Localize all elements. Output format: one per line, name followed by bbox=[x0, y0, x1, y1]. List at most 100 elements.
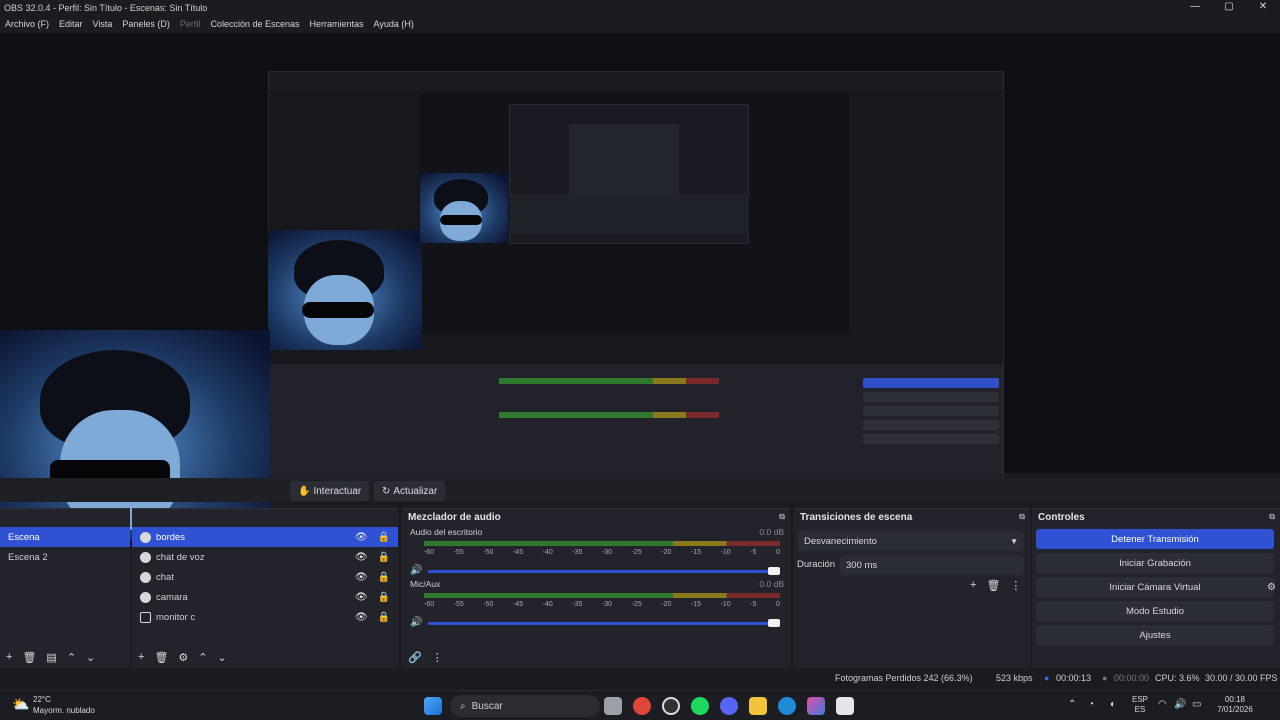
chevron-up-icon[interactable]: ⌃ bbox=[67, 651, 76, 664]
eye-icon[interactable]: 👁 bbox=[355, 592, 368, 603]
more-icon[interactable]: ⋮ bbox=[432, 651, 443, 664]
filter-icon[interactable]: ▤ bbox=[46, 651, 56, 664]
meter-ticks: -60 -55 -50 -45 -40 -35 -30 -25 -20 -15 -10 -5 0 bbox=[424, 601, 780, 608]
add-icon[interactable]: + bbox=[138, 651, 144, 664]
trash-icon[interactable]: 🗑 bbox=[154, 651, 168, 664]
add-icon[interactable]: + bbox=[970, 579, 976, 592]
scene-item[interactable]: Escena 2 bbox=[0, 547, 130, 567]
wifi-icon[interactable]: ◠ bbox=[1158, 699, 1167, 710]
close-button[interactable]: ✕ bbox=[1246, 0, 1280, 14]
transitions-title: Transiciones de escena bbox=[800, 511, 913, 523]
speaker-icon[interactable]: 🔊 bbox=[410, 565, 422, 576]
transition-selected: Desvanecimiento bbox=[804, 535, 877, 547]
menu-archivo[interactable]: Archivo (F) bbox=[0, 19, 54, 29]
preview-canvas[interactable] bbox=[0, 33, 1280, 540]
scene-label: Escena 2 bbox=[8, 551, 48, 563]
battery-icon[interactable]: ▭ bbox=[1192, 699, 1201, 710]
source-item[interactable]: chat 👁 🔒 bbox=[132, 567, 398, 587]
store-icon[interactable] bbox=[836, 697, 854, 715]
clock-time: 00:18 bbox=[1224, 695, 1246, 704]
bitrate: 523 kbps bbox=[996, 673, 1033, 683]
sources-dock: bordes 👁 🔒 chat de voz 👁 🔒 chat 👁 🔒 camara … bbox=[132, 508, 398, 668]
menu-paneles[interactable]: Paneles (D) bbox=[117, 19, 175, 29]
interact-button[interactable]: ✋ Interactuar bbox=[290, 481, 370, 501]
volume-slider[interactable] bbox=[428, 619, 780, 627]
link-icon[interactable]: 🔗 bbox=[408, 651, 422, 664]
spotify-icon[interactable] bbox=[691, 697, 709, 715]
chrome-icon[interactable] bbox=[633, 697, 651, 715]
menu-vista[interactable]: Vista bbox=[88, 19, 118, 29]
virtual-camera-label: Iniciar Cámara Virtual bbox=[1109, 581, 1201, 593]
source-item[interactable]: monitor c 👁 🔒 bbox=[132, 607, 398, 627]
lock-icon[interactable]: 🔒 bbox=[378, 532, 390, 543]
chevron-down-icon[interactable]: ⌄ bbox=[218, 651, 227, 664]
lock-icon[interactable]: 🔒 bbox=[378, 592, 390, 603]
clock[interactable]: 00:18 7/01/2026 bbox=[1210, 695, 1260, 715]
language-indicator[interactable]: ESP ES bbox=[1132, 695, 1148, 715]
task-view-icon[interactable] bbox=[604, 697, 622, 715]
tray-icon[interactable]: ◐ bbox=[1110, 699, 1116, 710]
eye-icon[interactable]: 👁 bbox=[355, 532, 368, 543]
source-item[interactable]: bordes 👁 🔒 bbox=[132, 527, 398, 547]
scenes-footer: + 🗑 ▤ ⌃ ⌄ bbox=[6, 651, 95, 664]
minimize-button[interactable]: — bbox=[1178, 0, 1212, 14]
eye-icon[interactable]: 👁 bbox=[355, 572, 368, 583]
scene-item[interactable]: Escena bbox=[0, 527, 130, 547]
trash-icon[interactable]: 🗑 bbox=[22, 651, 36, 664]
source-label: chat de voz bbox=[156, 551, 205, 563]
taskbar-search[interactable]: ⌕ Buscar bbox=[450, 695, 600, 717]
studio-mode-button[interactable]: Modo Estudio bbox=[1036, 601, 1274, 621]
volume-knob[interactable] bbox=[768, 619, 780, 627]
chevron-up-icon[interactable]: ⌃ bbox=[198, 651, 207, 664]
add-icon[interactable]: + bbox=[6, 651, 12, 664]
start-virtual-camera-button[interactable]: Iniciar Cámara Virtual ⚙ bbox=[1036, 577, 1276, 597]
popout-icon[interactable]: ⧉ bbox=[1019, 512, 1030, 522]
menu-coleccion-escenas[interactable]: Colección de Escenas bbox=[205, 19, 304, 29]
volume-slider[interactable] bbox=[428, 567, 780, 575]
edge-icon[interactable] bbox=[778, 697, 796, 715]
windows-start-icon[interactable] bbox=[424, 697, 442, 715]
more-icon[interactable]: ⋮ bbox=[1010, 579, 1021, 592]
meter-ticks: -60 -55 -50 -45 -40 -35 -30 -25 -20 -15 -10 -5 0 bbox=[424, 549, 780, 556]
duration-value: 300 ms bbox=[846, 559, 878, 571]
tray-icon[interactable]: ◔ bbox=[1088, 699, 1094, 710]
settings-button[interactable]: Ajustes bbox=[1036, 625, 1274, 645]
stop-stream-button[interactable]: Detener Transmisión bbox=[1036, 529, 1274, 549]
chevron-up-icon[interactable]: ⌃ bbox=[1068, 699, 1076, 710]
weather-icon[interactable]: ⛅ bbox=[12, 696, 29, 713]
volume-knob[interactable] bbox=[768, 567, 780, 575]
eye-icon[interactable]: 👁 bbox=[355, 612, 368, 623]
source-item[interactable]: chat de voz 👁 🔒 bbox=[132, 547, 398, 567]
controls-dock: Controles ⧉ Detener Transmisión Iniciar … bbox=[1032, 508, 1280, 668]
gear-icon[interactable]: ⚙ bbox=[178, 651, 188, 664]
transition-select[interactable]: Desvanecimiento ▼ bbox=[798, 531, 1024, 551]
lock-icon[interactable]: 🔒 bbox=[378, 552, 390, 563]
volume-icon[interactable]: 🔊 bbox=[1174, 699, 1186, 710]
source-item[interactable]: camara 👁 🔒 bbox=[132, 587, 398, 607]
lock-icon[interactable]: 🔒 bbox=[378, 572, 390, 583]
maximize-button[interactable]: ▢ bbox=[1212, 0, 1246, 14]
copilot-icon[interactable] bbox=[807, 697, 825, 715]
lock-icon[interactable]: 🔒 bbox=[378, 612, 390, 623]
refresh-button[interactable]: ↻ Actualizar bbox=[374, 481, 446, 501]
discord-icon[interactable] bbox=[720, 697, 738, 715]
duration-field[interactable]: 300 ms bbox=[840, 555, 1024, 575]
trash-icon[interactable]: 🗑 bbox=[986, 579, 1000, 592]
obs-icon[interactable] bbox=[662, 697, 680, 715]
chevron-down-icon[interactable]: ⌄ bbox=[86, 651, 95, 664]
menu-herramientas[interactable]: Herramientas bbox=[305, 19, 369, 29]
start-recording-button[interactable]: Iniciar Grabación bbox=[1036, 553, 1274, 573]
webcam-feed-nested bbox=[268, 230, 422, 350]
audio-mixer-dock: Mezclador de audio ⧉ Audio del escritori… bbox=[402, 508, 790, 668]
popout-icon[interactable]: ⧉ bbox=[779, 512, 790, 522]
globe-icon bbox=[140, 531, 151, 543]
file-explorer-icon[interactable] bbox=[749, 697, 767, 715]
speaker-icon[interactable]: 🔊 bbox=[410, 617, 422, 628]
cpu-usage: CPU: 3.6% bbox=[1155, 673, 1200, 683]
popout-icon[interactable]: ⧉ bbox=[1269, 512, 1280, 522]
menu-perfil[interactable]: Perfil bbox=[175, 19, 206, 29]
gear-icon[interactable]: ⚙ bbox=[1267, 582, 1276, 593]
eye-icon[interactable]: 👁 bbox=[355, 552, 368, 563]
menu-ayuda[interactable]: Ayuda (H) bbox=[369, 19, 419, 29]
menu-editar[interactable]: Editar bbox=[54, 19, 88, 29]
